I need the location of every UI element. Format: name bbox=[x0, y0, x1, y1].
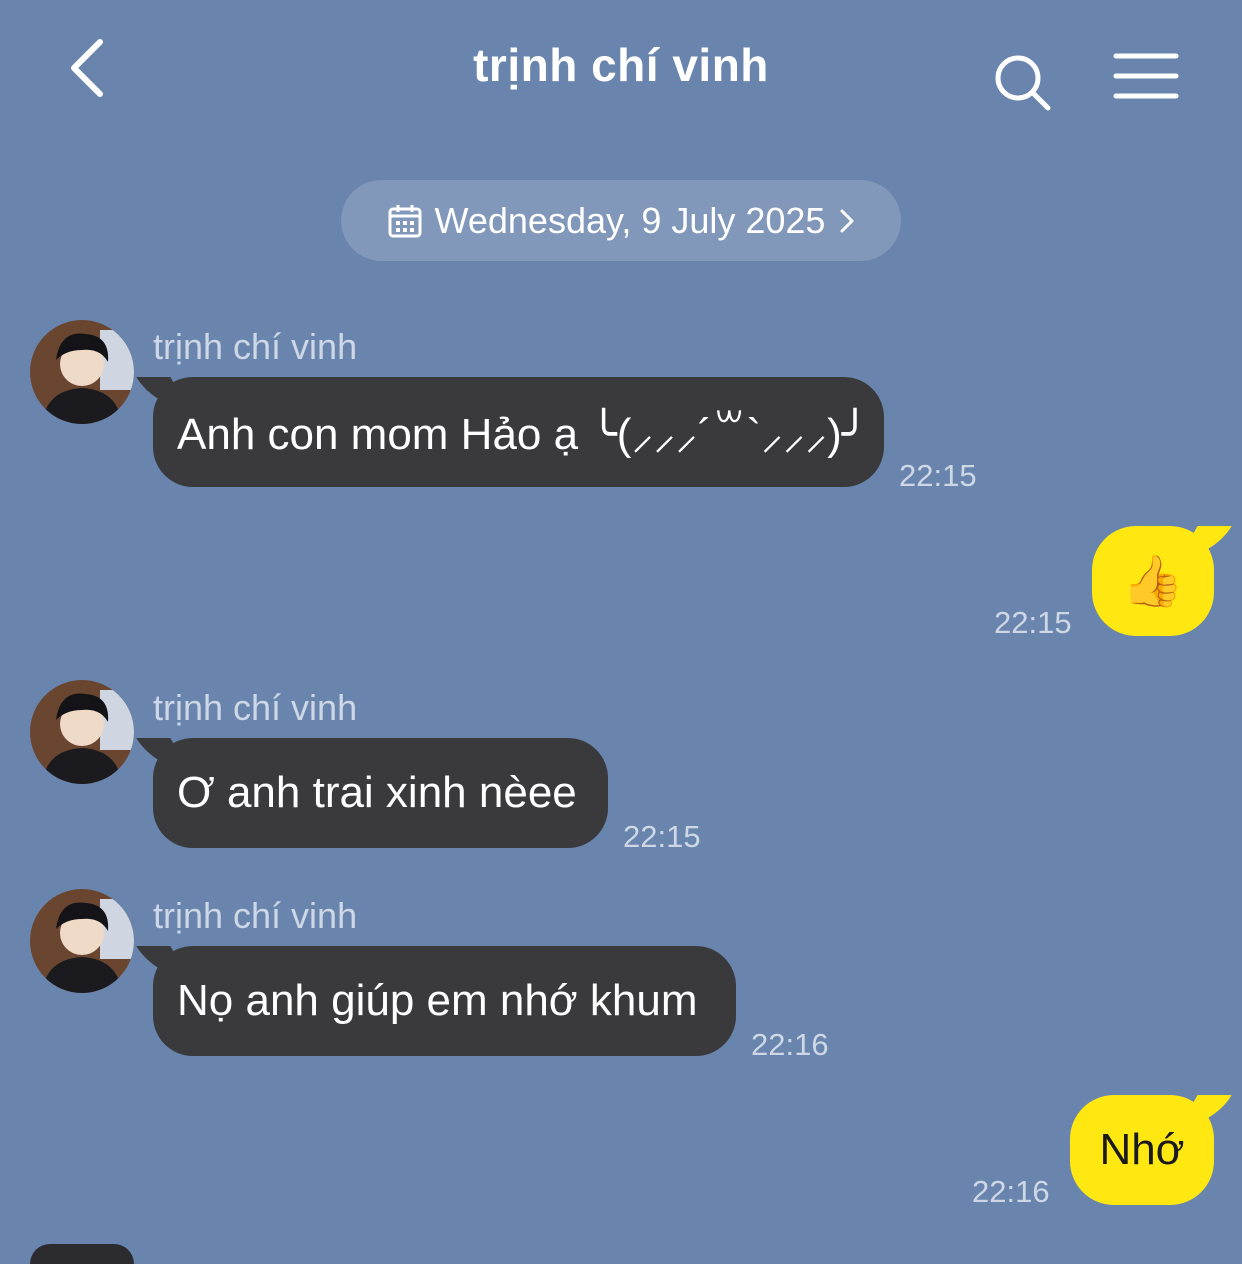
avatar-image bbox=[30, 889, 134, 993]
search-button[interactable] bbox=[990, 50, 1054, 114]
message-text: Nhớ bbox=[1099, 1125, 1185, 1174]
message-time: 22:16 bbox=[972, 1174, 1050, 1209]
message-time: 22:15 bbox=[899, 458, 977, 493]
search-icon bbox=[995, 55, 1051, 111]
avatar-image bbox=[30, 680, 134, 784]
message-time: 22:16 bbox=[751, 1027, 829, 1062]
message-bubble-outgoing[interactable]: 👍 bbox=[1092, 526, 1214, 636]
message-bubble-incoming[interactable]: Anh con mom Hảo ạ ╰(⸝⸝⸝´꒳`⸝⸝⸝)╯ bbox=[153, 377, 884, 487]
message-time: 22:15 bbox=[994, 605, 1072, 640]
date-separator[interactable]: Wednesday, 9 July 2025 bbox=[341, 180, 901, 261]
chat-header: trịnh chí vinh bbox=[0, 0, 1242, 150]
calendar-icon bbox=[388, 204, 422, 237]
menu-icon bbox=[1113, 53, 1179, 99]
avatar[interactable] bbox=[30, 1244, 134, 1264]
thumbs-up-icon: 👍 bbox=[1121, 553, 1185, 609]
message-text: Nọ anh giúp em nhớ khum bbox=[177, 976, 698, 1025]
message-text: Anh con mom Hảo ạ ╰(⸝⸝⸝´꒳`⸝⸝⸝)╯ bbox=[177, 410, 869, 459]
avatar-image bbox=[30, 320, 134, 424]
sender-name: trịnh chí vinh bbox=[153, 687, 358, 728]
message-bubble-incoming[interactable]: Nọ anh giúp em nhớ khum bbox=[153, 946, 736, 1056]
message-time: 22:15 bbox=[623, 819, 701, 854]
chat-title: trịnh chí vinh bbox=[473, 39, 769, 91]
sender-name: trịnh chí vinh bbox=[153, 326, 358, 367]
avatar[interactable] bbox=[30, 680, 134, 784]
avatar[interactable] bbox=[30, 889, 134, 993]
message-bubble-incoming[interactable]: Ơ anh trai xinh nèee bbox=[153, 738, 608, 848]
date-label: Wednesday, 9 July 2025 bbox=[434, 199, 826, 241]
menu-button[interactable] bbox=[1112, 50, 1180, 104]
chevron-right-icon bbox=[840, 209, 854, 232]
message-text: Ơ anh trai xinh nèee bbox=[177, 768, 577, 817]
sender-name: trịnh chí vinh bbox=[153, 895, 358, 936]
message-bubble-outgoing[interactable]: Nhớ bbox=[1070, 1095, 1214, 1205]
avatar[interactable] bbox=[30, 320, 134, 424]
